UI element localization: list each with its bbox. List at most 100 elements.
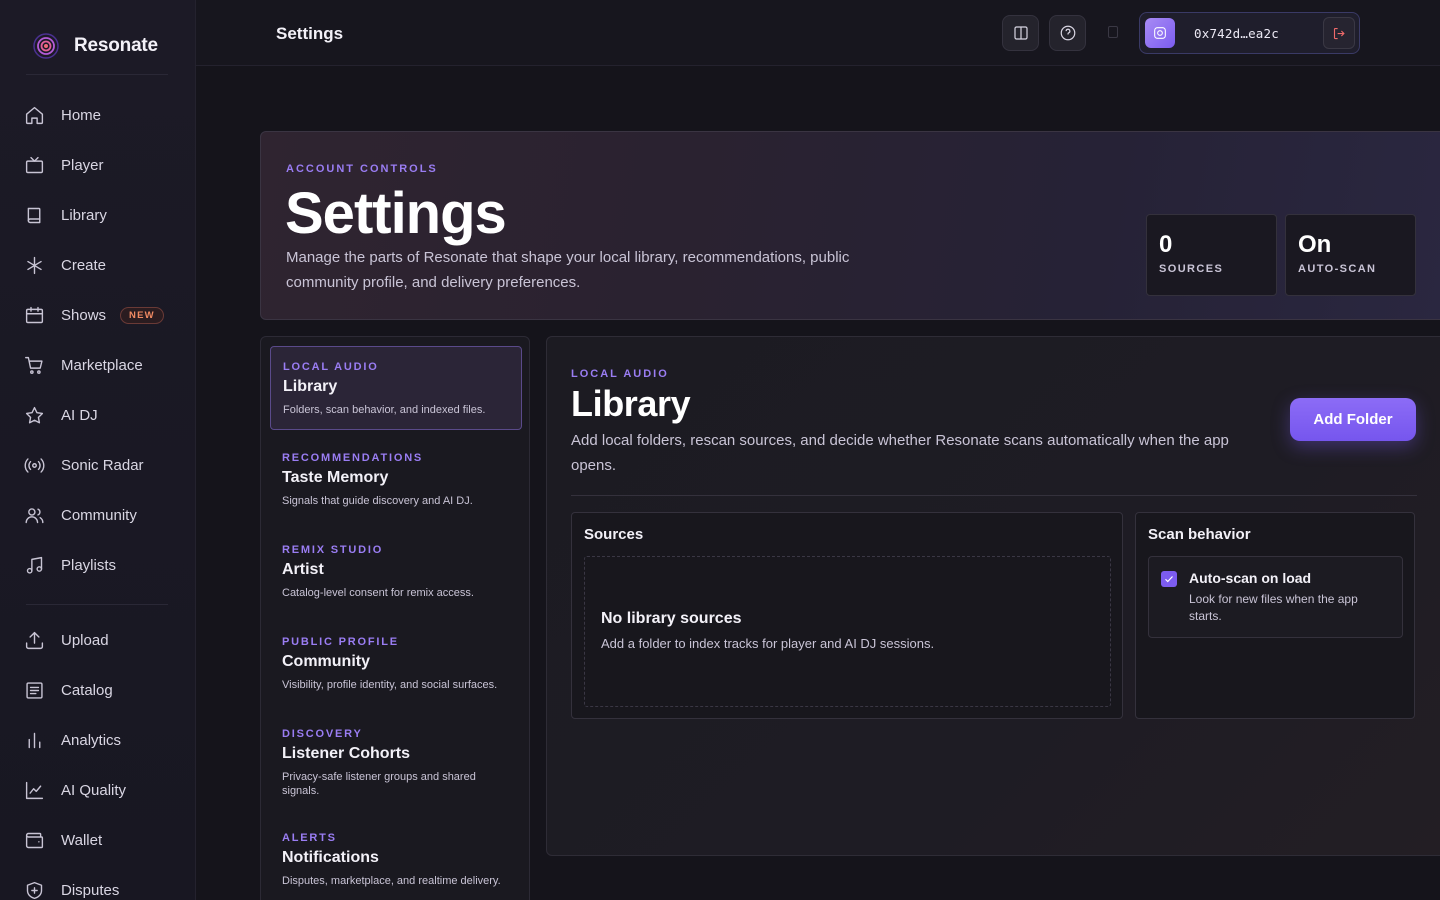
wallet-address: 0x742d…ea2c: [1194, 25, 1279, 41]
asterisk-icon: [27, 256, 42, 274]
line-chart-icon: [25, 781, 44, 799]
topbar: Settings 0x742d…ea2c: [196, 0, 1440, 66]
list-icon: [26, 681, 43, 699]
help-circle-icon: [1060, 25, 1075, 41]
settings-nav-title: Taste Memory: [282, 469, 389, 486]
sidebar-layout-icon: [1013, 26, 1028, 40]
sidebar-item-community[interactable]: Community: [24, 499, 184, 531]
settings-nav-title: Notifications: [282, 849, 379, 866]
stat-value: 0: [1159, 231, 1173, 258]
settings-nav-desc: Catalog-level consent for remix access.: [282, 587, 474, 599]
sidebar-item-label: Playlists: [61, 556, 117, 574]
auto-scan-checkbox[interactable]: [1161, 571, 1177, 587]
sidebar-item-library[interactable]: Library: [24, 199, 184, 231]
add-folder-button[interactable]: Add Folder: [1290, 398, 1416, 441]
library-panel: LOCAL AUDIO Library Add local folders, r…: [546, 336, 1440, 856]
sidebar-item-label: AI DJ: [61, 406, 98, 424]
settings-nav-eyebrow: DISCOVERY: [282, 728, 363, 740]
check-icon: [1165, 576, 1173, 583]
auto-scan-option[interactable]: Auto-scan on load Look for new files whe…: [1148, 556, 1403, 638]
stat-label: AUTO-SCAN: [1298, 263, 1377, 275]
settings-nav-eyebrow: ALERTS: [282, 832, 337, 844]
hero-eyebrow: ACCOUNT CONTROLS: [286, 163, 438, 175]
sidebar-item-label: Library: [61, 206, 107, 224]
panel-divider: [571, 495, 1417, 496]
calendar-icon: [25, 306, 44, 323]
sidebar-item-label: Marketplace: [61, 356, 143, 374]
sidebar-item-label: Wallet: [61, 831, 103, 849]
resonate-logo-icon: [32, 32, 60, 60]
auto-scan-label: Auto-scan on load: [1189, 570, 1312, 586]
sidebar-divider: [26, 604, 168, 605]
settings-nav-eyebrow: LOCAL AUDIO: [283, 361, 379, 373]
settings-nav-listener-cohorts[interactable]: DISCOVERY Listener Cohorts Privacy-safe …: [270, 714, 522, 798]
settings-nav-eyebrow: REMIX STUDIO: [282, 544, 384, 556]
settings-nav-community[interactable]: PUBLIC PROFILE Community Visibility, pro…: [270, 622, 522, 706]
sidebar-item-home[interactable]: Home: [24, 99, 184, 131]
sidebar-item-sonic-radar[interactable]: Sonic Radar: [24, 449, 184, 481]
sidebar-item-shows[interactable]: Shows NEW: [24, 299, 184, 331]
sidebar-item-label: Catalog: [61, 681, 113, 699]
settings-nav-artist[interactable]: REMIX STUDIO Artist Catalog-level consen…: [270, 530, 522, 614]
settings-nav-title: Community: [282, 653, 370, 670]
sidebar-item-analytics[interactable]: Analytics: [24, 724, 184, 756]
settings-nav-eyebrow: RECOMMENDATIONS: [282, 452, 424, 464]
settings-nav-library[interactable]: LOCAL AUDIO Library Folders, scan behavi…: [270, 346, 522, 430]
users-icon: [25, 507, 44, 523]
settings-nav-eyebrow: PUBLIC PROFILE: [282, 636, 399, 648]
book-icon: [27, 207, 41, 223]
sidebar-item-label: Create: [61, 256, 107, 274]
sidebar-item-playlists[interactable]: Playlists: [24, 549, 184, 581]
settings-nav-title: Listener Cohorts: [282, 745, 411, 762]
sidebar-item-ai-quality[interactable]: AI Quality: [24, 774, 184, 806]
toggle-panel-button[interactable]: [1002, 15, 1039, 51]
sidebar-item-label: Shows: [61, 306, 107, 324]
settings-nav-notifications[interactable]: ALERTS Notifications Disputes, marketpla…: [270, 818, 522, 900]
sources-title: Sources: [584, 526, 644, 543]
tv-icon: [25, 156, 44, 173]
sidebar-item-label: Community: [61, 506, 137, 524]
wallet-icon: [25, 832, 44, 848]
sidebar-item-label: Sonic Radar: [61, 456, 144, 474]
sidebar-item-wallet[interactable]: Wallet: [24, 824, 184, 856]
sidebar-item-create[interactable]: Create: [24, 249, 184, 281]
sidebar-item-label: Upload: [61, 631, 109, 649]
settings-nav-desc: Privacy-safe listener groups and shared …: [282, 771, 476, 797]
settings-nav-taste-memory[interactable]: RECOMMENDATIONS Taste Memory Signals tha…: [270, 438, 522, 522]
sidebar-item-marketplace[interactable]: Marketplace: [24, 349, 184, 381]
sidebar-item-player[interactable]: Player: [24, 149, 184, 181]
placeholder-icon: [1108, 26, 1118, 38]
cart-icon: [25, 356, 43, 374]
brand[interactable]: Resonate: [32, 32, 158, 60]
radar-icon: [24, 457, 45, 473]
home-icon: [25, 106, 44, 124]
star-icon: [25, 406, 44, 423]
help-button[interactable]: [1049, 15, 1086, 51]
wallet-chip[interactable]: 0x742d…ea2c: [1139, 12, 1360, 54]
settings-nav-title: Artist: [282, 561, 324, 578]
sidebar-item-disputes[interactable]: Disputes: [24, 874, 184, 900]
sources-card: Sources No library sources Add a folder …: [571, 512, 1123, 719]
settings-nav-desc: Folders, scan behavior, and indexed file…: [283, 404, 486, 416]
settings-nav-desc: Signals that guide discovery and AI DJ.: [282, 495, 473, 507]
settings-hero: ACCOUNT CONTROLS Settings Manage the par…: [260, 131, 1440, 320]
sidebar-item-catalog[interactable]: Catalog: [24, 674, 184, 706]
brand-divider: [26, 74, 168, 75]
settings-nav-title: Library: [283, 378, 338, 395]
shield-plus-icon: [26, 881, 43, 899]
logout-button[interactable]: [1323, 17, 1355, 49]
empty-description: Add a folder to index tracks for player …: [601, 636, 935, 651]
sidebar-item-upload[interactable]: Upload: [24, 624, 184, 656]
stat-label: SOURCES: [1159, 263, 1224, 275]
settings-nav-desc: Disputes, marketplace, and realtime deli…: [282, 875, 501, 887]
sidebar-item-ai-dj[interactable]: AI DJ: [24, 399, 184, 431]
upload-icon: [25, 631, 44, 649]
stat-sources: 0 SOURCES: [1146, 214, 1277, 296]
sidebar-item-label: AI Quality: [61, 781, 127, 799]
instagram-icon: [1154, 27, 1166, 39]
page-title: Settings: [276, 24, 344, 43]
stat-auto-scan: On AUTO-SCAN: [1285, 214, 1416, 296]
brand-name: Resonate: [74, 35, 158, 56]
logout-icon: [1333, 27, 1345, 39]
sidebar-item-label: Home: [61, 106, 102, 124]
